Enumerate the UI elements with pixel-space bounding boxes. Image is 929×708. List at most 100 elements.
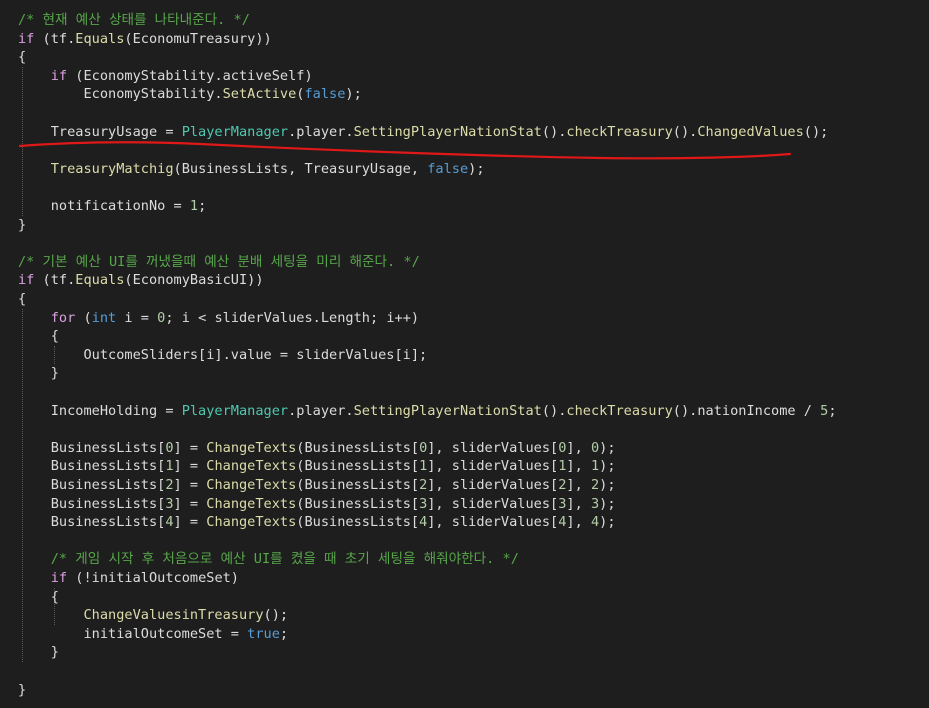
code-token: ().: [541, 123, 567, 140]
code-token: ],: [566, 458, 591, 475]
code-line[interactable]: BusinessLists[0] = ChangeTexts(BusinessL…: [18, 439, 616, 458]
code-token: true: [247, 625, 280, 642]
code-token: ],: [566, 477, 591, 493]
code-token: );: [599, 514, 616, 531]
code-token: SettingPlayerNationStat: [353, 402, 542, 419]
code-token: for: [50, 309, 76, 326]
code-token: ;: [279, 625, 289, 642]
code-token: (BusinessLists[: [296, 495, 420, 512]
code-token: );: [599, 458, 616, 475]
code-token: Equals: [75, 272, 125, 289]
code-token: /* 기본 예산 UI를 꺼냈을때 예산 분배 세팅을 미리 해준다. */: [18, 253, 420, 270]
code-token: ChangeValuesinTreasury: [83, 607, 264, 624]
code-token: ChangeTexts: [206, 439, 297, 456]
code-token: ], sliderValues[: [427, 477, 559, 493]
code-token: ], sliderValues[: [427, 495, 559, 512]
code-line[interactable]: OutcomeSliders[i].value = sliderValues[i…: [18, 346, 427, 365]
code-token: SettingPlayerNationStat: [353, 123, 542, 140]
code-token: ();: [263, 607, 289, 624]
code-line[interactable]: ChangeValuesinTreasury();: [18, 606, 288, 625]
code-token: notificationNo =: [18, 198, 190, 214]
code-token: BusinessLists[: [18, 514, 166, 531]
code-token: ],: [566, 495, 591, 512]
code-line[interactable]: initialOutcomeSet = true;: [18, 625, 288, 644]
code-token: ChangeTexts: [206, 514, 297, 531]
code-token: }: [18, 216, 27, 233]
code-line[interactable]: }: [18, 643, 59, 662]
code-token: BusinessLists[: [18, 458, 166, 475]
code-line[interactable]: BusinessLists[3] = ChangeTexts(BusinessL…: [18, 495, 616, 514]
code-line[interactable]: if (EconomyStability.activeSelf): [18, 67, 313, 86]
code-token: ], sliderValues[: [427, 514, 559, 531]
code-token: .player.: [288, 123, 354, 140]
code-token: ] =: [173, 477, 207, 493]
code-token: (EconomyStability.activeSelf): [67, 67, 313, 84]
code-token: );: [599, 495, 616, 512]
code-line[interactable]: }: [18, 216, 26, 235]
code-token: 4: [165, 514, 174, 531]
code-line[interactable]: BusinessLists[ 2 ] = ChangeTexts(BusinessL…: [18, 476, 616, 495]
code-token: (BusinessLists[: [296, 514, 420, 531]
code-line[interactable]: TreasuryMatchig(BusinessLists, TreasuryU…: [18, 160, 485, 179]
code-token: ().: [541, 402, 567, 419]
code-line[interactable]: }: [18, 364, 59, 383]
code-line[interactable]: /* 게임 시작 후 처음으로 예산 UI를 켰을 때 초기 세팅을 해줘야한다…: [18, 550, 519, 569]
code-token: if: [18, 272, 35, 289]
code-token: Equals: [75, 30, 125, 47]
code-line[interactable]: {: [18, 588, 59, 607]
code-line[interactable]: {: [18, 48, 26, 67]
code-token: ], sliderValues[: [427, 439, 559, 456]
code-token: (: [75, 309, 92, 326]
code-line[interactable]: {: [18, 327, 59, 346]
code-token: );: [599, 439, 616, 456]
code-token: (BusinessLists[: [296, 458, 420, 475]
code-line[interactable]: if (tf.Equals(EconomyBasicUI)): [18, 271, 264, 290]
code-line[interactable]: /* 현재 예산 상태를 나타내준다. */: [18, 11, 250, 30]
code-token: 0: [165, 439, 174, 456]
code-token: ],: [566, 514, 591, 531]
code-token: BusinessLists[: [18, 477, 166, 493]
code-token: checkTreasury: [566, 123, 673, 140]
code-token: false: [304, 86, 346, 103]
code-token: {: [18, 588, 59, 605]
code-line[interactable]: if (tf.Equals(EconomuTreasury)): [18, 30, 272, 49]
code-line[interactable]: /* 기본 예산 UI를 꺼냈을때 예산 분배 세팅을 미리 해준다. */: [18, 253, 420, 272]
code-token: ;: [198, 198, 207, 214]
code-token: {: [18, 328, 59, 345]
code-token: 0: [590, 439, 600, 456]
code-token: 2: [590, 477, 600, 493]
code-line[interactable]: }: [18, 681, 26, 700]
code-line[interactable]: if (!initialOutcomeSet): [18, 569, 239, 588]
code-token: {: [18, 291, 27, 307]
code-token: 1: [590, 458, 600, 475]
code-token: ChangedValues: [697, 123, 804, 140]
code-token: ChangeTexts: [206, 477, 297, 493]
code-token: (BusinessLists[: [296, 477, 420, 493]
code-line[interactable]: EconomyStability.SetActive(false);: [18, 85, 361, 104]
code-token: if: [50, 570, 68, 586]
code-token: ();: [803, 123, 829, 140]
code-token: (BusinessLists, TreasuryUsage,: [173, 160, 428, 177]
code-token: (BusinessLists[: [296, 439, 420, 456]
code-token: ChangeTexts: [206, 458, 297, 475]
code-line[interactable]: {: [18, 290, 26, 309]
code-line[interactable]: BusinessLists[1] = ChangeTexts(BusinessL…: [18, 457, 616, 476]
code-token: }: [18, 681, 27, 698]
code-token: ], sliderValues[: [427, 458, 559, 475]
code-line[interactable]: IncomeHolding = PlayerManager.player.Set…: [18, 402, 837, 421]
code-line[interactable]: TreasuryUsage = PlayerManager.player.Set…: [18, 123, 829, 142]
code-token: (tf.: [34, 272, 76, 289]
code-token: PlayerManager: [181, 402, 289, 419]
code-line[interactable]: notificationNo = 1;: [18, 197, 207, 216]
code-token: i =: [116, 309, 158, 326]
code-token: /* 현재 예산 상태를 나타내준다. */: [18, 12, 250, 28]
code-token: ;: [828, 402, 837, 419]
code-line[interactable]: BusinessLists[4] = ChangeTexts(BusinessL…: [18, 513, 616, 532]
code-line[interactable]: for (int i = 0; i < sliderValues.Length;…: [18, 309, 419, 328]
code-token: EconomyStability.: [18, 86, 223, 103]
code-editor[interactable]: /* 현재 예산 상태를 나타내준다. */if (tf.Equals(Econ…: [0, 0, 929, 708]
code-token: 3: [590, 495, 600, 512]
